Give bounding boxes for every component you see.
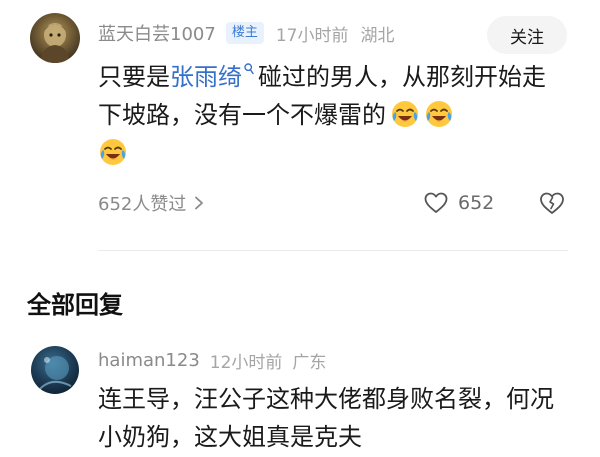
reply-meta: haiman123 12小时前 广东 — [98, 348, 327, 373]
user-avatar-icon — [40, 23, 70, 63]
search-icon[interactable] — [244, 63, 254, 75]
likes-summary-link[interactable]: 652人赞过 — [98, 189, 204, 217]
tears-of-joy-emoji — [424, 99, 454, 129]
reply-timestamp: 12小时前 — [209, 352, 283, 373]
broken-heart-icon[interactable] — [539, 191, 565, 215]
chevron-right-icon — [195, 196, 204, 210]
divider — [98, 250, 568, 251]
comment-meta: 蓝天白芸1007 楼主 17小时前 湖北 — [98, 20, 394, 46]
tears-of-joy-emoji — [98, 137, 128, 167]
reply-item: haiman123 12小时前 广东 连王导，汪公子这种大佬都身败名裂，何况小奶… — [0, 338, 600, 457]
heart-icon — [424, 192, 448, 213]
like-count: 652 — [458, 192, 495, 214]
username[interactable]: 蓝天白芸1007 — [98, 20, 216, 46]
op-badge: 楼主 — [225, 22, 264, 44]
mention-link[interactable]: 张雨绮 — [170, 63, 242, 91]
follow-button[interactable]: 关注 — [487, 16, 567, 54]
reply-username[interactable]: haiman123 — [98, 350, 200, 371]
reply-location: 广东 — [292, 352, 327, 373]
comment-text-prefix: 只要是 — [98, 63, 170, 91]
likes-summary-text: 652人赞过 — [98, 194, 187, 215]
location: 湖北 — [360, 25, 395, 46]
like-button[interactable]: 652 — [424, 189, 494, 217]
reply-avatar[interactable] — [31, 346, 79, 394]
comment-body: 只要是张雨绮 碰过的男人，从那刻开始走下坡路，没有一个不爆雷的 — [98, 58, 568, 172]
timestamp: 17小时前 — [275, 25, 349, 46]
user-avatar-icon — [38, 356, 72, 391]
main-comment: 蓝天白芸1007 楼主 17小时前 湖北 关注 只要是张雨绮 碰过的男人，从那刻开… — [0, 0, 600, 251]
section-title: 全部回复 — [27, 291, 123, 319]
user-avatar[interactable] — [30, 13, 80, 63]
tears-of-joy-emoji — [390, 99, 420, 129]
reply-body: 连王导，汪公子这种大佬都身败名裂，何况小奶狗，这大姐真是克夫 — [98, 385, 554, 451]
